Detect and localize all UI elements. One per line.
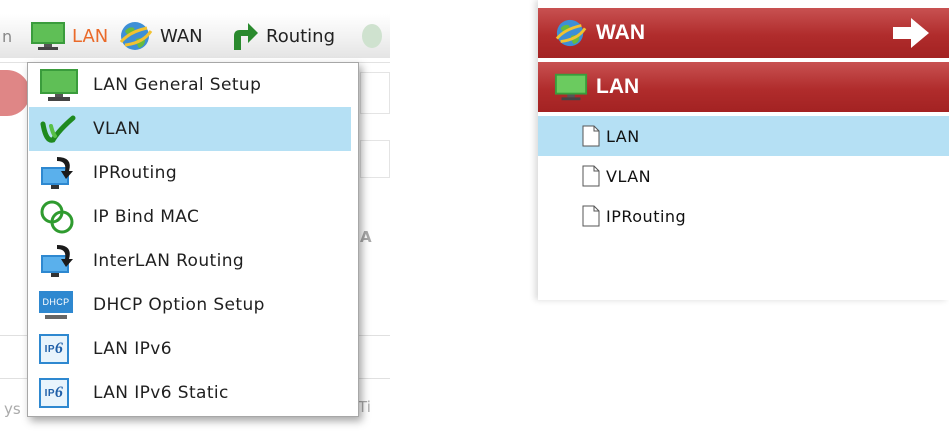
- dropdown-item-label: IPRouting: [93, 163, 178, 183]
- dhcp-icon-text: DHCP: [39, 291, 73, 313]
- nav-item-routing[interactable]: Routing: [230, 14, 335, 58]
- dropdown-item-label: LAN IPv6 Static: [93, 383, 229, 403]
- side-menu-wan[interactable]: WAN: [538, 8, 949, 58]
- side-submenu-vlan[interactable]: VLAN: [538, 156, 949, 196]
- dropdown-item-label: VLAN: [93, 119, 141, 139]
- side-menu-panel: WAN LAN LAN VLAN IPRouting: [538, 0, 949, 300]
- document-icon: [582, 205, 600, 227]
- left-panel: A ys Ti n LAN WAN Routing LAN General Se…: [0, 0, 390, 431]
- monitor-icon: [39, 68, 83, 102]
- dropdown-item-label: InterLAN Routing: [93, 251, 245, 271]
- dropdown-item-dhcp-option-setup[interactable]: DHCP DHCP Option Setup: [29, 283, 351, 327]
- dropdown-item-label: LAN General Setup: [93, 75, 262, 95]
- dropdown-item-label: DHCP Option Setup: [93, 295, 265, 315]
- background-box-2: [360, 140, 390, 178]
- routing-arrow-icon: [230, 20, 260, 52]
- dhcp-icon: DHCP: [39, 291, 83, 319]
- ipv6-icon: IP 6: [39, 378, 83, 408]
- dropdown-item-label: IP Bind MAC: [93, 207, 200, 227]
- ip-routing-icon: [39, 155, 83, 191]
- bind-mac-icon: [39, 199, 83, 235]
- arrow-right-icon: [891, 16, 931, 56]
- globe-icon: [554, 17, 588, 49]
- nav-item-wan[interactable]: WAN: [118, 14, 203, 58]
- side-menu-lan-label: LAN: [596, 75, 640, 98]
- dropdown-item-interlan-routing[interactable]: InterLAN Routing: [29, 239, 351, 283]
- monitor-icon: [554, 72, 588, 102]
- dropdown-item-iprouting[interactable]: IPRouting: [29, 151, 351, 195]
- next-nav-icon-partial: [362, 24, 382, 48]
- background-fragment-a: A: [360, 228, 372, 246]
- nav-wan-label: WAN: [160, 25, 203, 47]
- side-submenu-label: IPRouting: [606, 206, 687, 226]
- ipv6-icon-text: IP: [44, 343, 55, 355]
- ipv6-icon: IP 6: [39, 334, 83, 364]
- side-submenu-label: VLAN: [606, 166, 652, 186]
- side-submenu-lan[interactable]: LAN: [538, 116, 949, 156]
- dropdown-item-vlan[interactable]: VLAN: [29, 107, 351, 151]
- nav-item-truncated[interactable]: n: [2, 14, 12, 58]
- globe-icon: [118, 19, 154, 53]
- interlan-routing-icon: [39, 243, 83, 279]
- vlan-icon: [39, 112, 83, 146]
- side-menu-lan[interactable]: LAN: [538, 62, 949, 112]
- document-icon: [582, 125, 600, 147]
- side-menu-wan-label: WAN: [596, 21, 645, 44]
- top-nav-bar: n LAN WAN Routing: [0, 14, 390, 58]
- background-fragment-b: ys: [4, 400, 21, 418]
- document-icon: [582, 165, 600, 187]
- background-fragment-c: Ti: [358, 398, 371, 416]
- nav-routing-label: Routing: [266, 25, 336, 47]
- dropdown-item-lan-ipv6[interactable]: IP 6 LAN IPv6: [29, 327, 351, 371]
- ipv6-icon-text: IP: [44, 387, 55, 399]
- nav-item-lan[interactable]: LAN: [30, 14, 108, 58]
- dropdown-item-ip-bind-mac[interactable]: IP Bind MAC: [29, 195, 351, 239]
- side-submenu-label: LAN: [606, 126, 640, 146]
- dropdown-item-lan-general-setup[interactable]: LAN General Setup: [29, 63, 351, 107]
- monitor-icon: [30, 21, 66, 51]
- lan-dropdown-menu: LAN General Setup VLAN IPRouting IP Bind…: [27, 62, 359, 417]
- nav-lan-label: LAN: [72, 25, 109, 47]
- side-submenu-iprouting[interactable]: IPRouting: [538, 196, 949, 236]
- background-box: [360, 72, 390, 114]
- dropdown-item-lan-ipv6-static[interactable]: IP 6 LAN IPv6 Static: [29, 371, 351, 415]
- dropdown-item-label: LAN IPv6: [93, 339, 172, 359]
